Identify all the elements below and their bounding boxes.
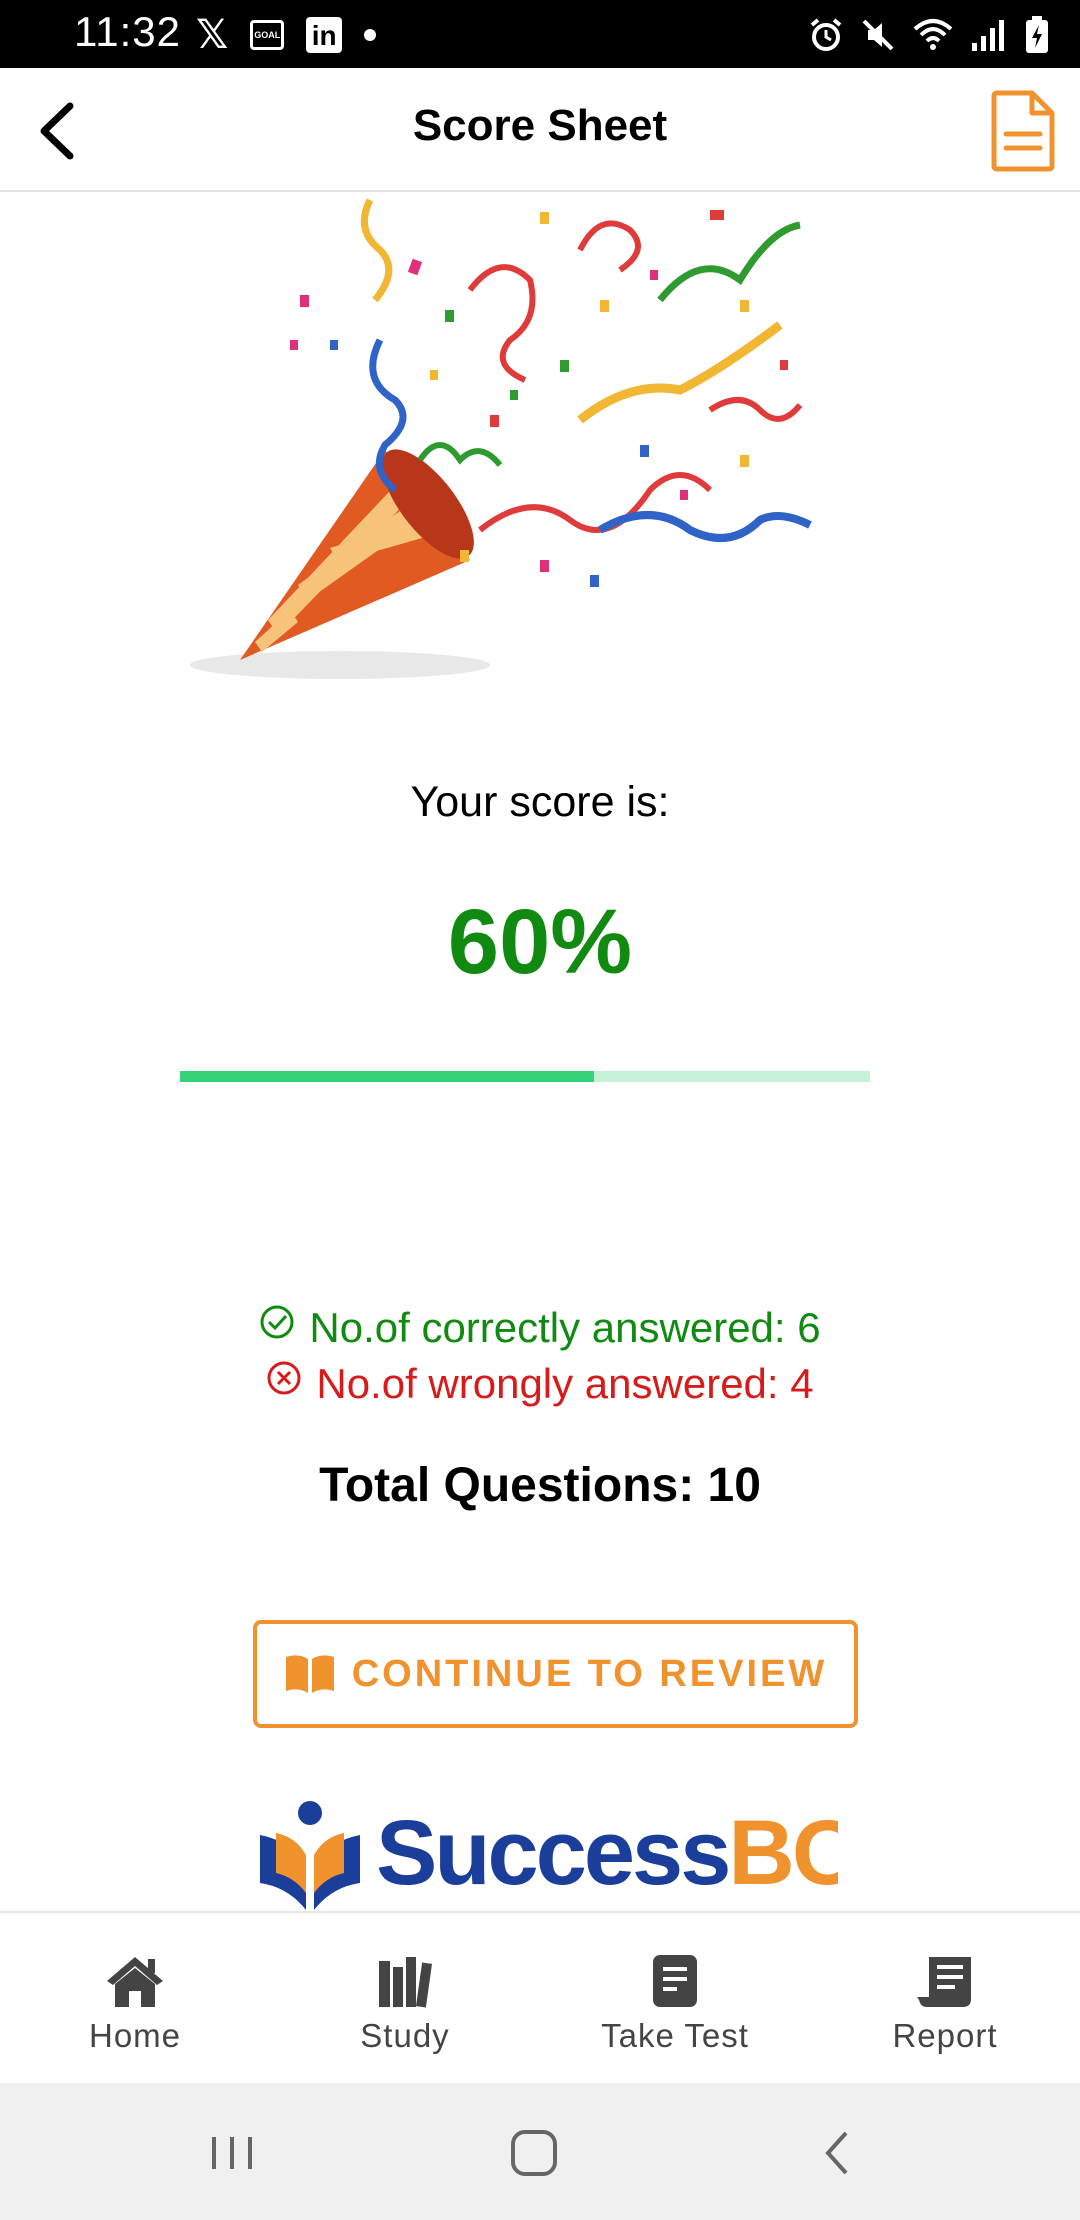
document-button[interactable] bbox=[988, 90, 1058, 172]
notification-icons: 𝕏 GOAL in bbox=[196, 10, 377, 60]
nav-home-label: Home bbox=[88, 2017, 182, 2054]
home-icon bbox=[107, 1957, 163, 2007]
successbox-logo: SuccessBOX bbox=[248, 1795, 838, 1910]
back-nav-button[interactable] bbox=[808, 2123, 868, 2183]
nav-report-label: Report bbox=[892, 2017, 998, 2054]
test-icon bbox=[653, 1955, 697, 2007]
x-icon: 𝕏 bbox=[196, 13, 229, 57]
status-bar: 11:32 𝕏 GOAL in bbox=[0, 0, 1080, 68]
open-book-icon bbox=[285, 1655, 334, 1693]
nav-take-test-label: Take Test bbox=[601, 2017, 749, 2054]
report-icon bbox=[917, 1957, 971, 2007]
score-value: 60% bbox=[447, 891, 633, 993]
alarm-icon bbox=[810, 18, 842, 51]
goal-icon: GOAL bbox=[250, 20, 285, 50]
books-icon bbox=[379, 1957, 433, 2008]
check-circle-icon bbox=[260, 1305, 294, 1339]
party-popper-illustration bbox=[190, 198, 812, 679]
linkedin-icon: in bbox=[306, 17, 343, 53]
answer-stats: No.of correctly answered: 6 No.of wrongl… bbox=[0, 1300, 1080, 1412]
wrong-answers-row: No.of wrongly answered: 4 bbox=[0, 1356, 1080, 1412]
score-progress-fill bbox=[180, 1071, 594, 1082]
nav-take-test[interactable]: Take Test bbox=[540, 1913, 810, 2085]
wifi-icon bbox=[913, 19, 953, 50]
signal-icon bbox=[972, 20, 1004, 51]
score-label: Your score is: bbox=[410, 778, 670, 826]
document-icon bbox=[991, 90, 1055, 172]
nav-report[interactable]: Report bbox=[810, 1913, 1080, 2085]
logo-mark-icon bbox=[260, 1801, 360, 1910]
mute-icon bbox=[862, 19, 894, 51]
correct-answers-row: No.of correctly answered: 6 bbox=[0, 1300, 1080, 1356]
dot-icon bbox=[364, 29, 377, 41]
wrong-answers-text: No.of wrongly answered: 4 bbox=[316, 1360, 814, 1407]
battery-charging-icon bbox=[1026, 16, 1048, 53]
home-button[interactable] bbox=[504, 2123, 564, 2183]
nav-home[interactable]: Home bbox=[0, 1913, 270, 2085]
app-header: Score Sheet bbox=[0, 68, 1080, 192]
page-title: Score Sheet bbox=[412, 101, 668, 150]
nav-study[interactable]: Study bbox=[270, 1913, 540, 2085]
brand-wordmark: SuccessBOX bbox=[376, 1801, 838, 1906]
brand-box-text: BOX bbox=[728, 1802, 838, 1904]
continue-to-review-label: CONTINUE TO REVIEW bbox=[351, 1652, 828, 1695]
brand-success-text: Success bbox=[376, 1802, 731, 1904]
continue-to-review-button[interactable]: CONTINUE TO REVIEW bbox=[253, 1620, 858, 1728]
status-time: 11:32 bbox=[74, 8, 181, 55]
correct-answers-text: No.of correctly answered: 6 bbox=[309, 1304, 821, 1351]
x-circle-icon bbox=[267, 1361, 301, 1395]
system-navigation-bar bbox=[0, 2083, 1080, 2220]
system-status-icons bbox=[808, 10, 1050, 60]
recents-button[interactable] bbox=[202, 2123, 262, 2183]
nav-study-label: Study bbox=[360, 2017, 450, 2054]
total-questions: Total Questions: 10 bbox=[319, 1459, 761, 1512]
bottom-navigation: Home Study Take Test Report bbox=[0, 1911, 1080, 2085]
score-progress-bar bbox=[180, 1071, 870, 1082]
